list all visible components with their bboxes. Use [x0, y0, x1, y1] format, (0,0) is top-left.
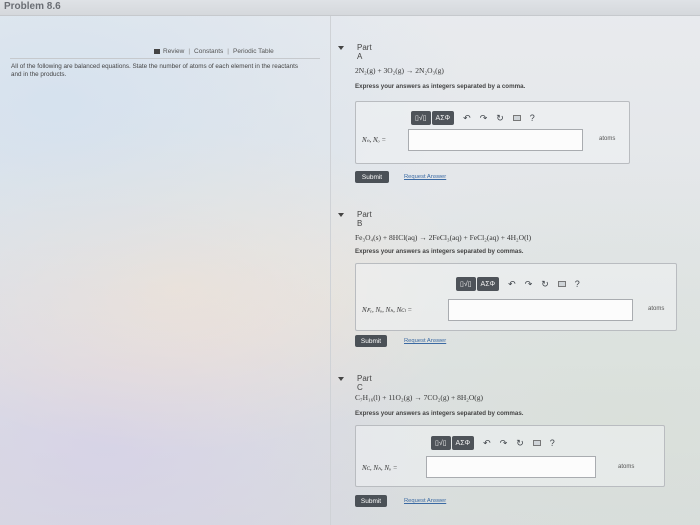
left-divider	[10, 58, 320, 59]
part-b-unit: atoms	[648, 306, 665, 312]
templates-button[interactable]: ▯√▯	[411, 111, 431, 125]
part-c-instruction: Express your answers as integers separat…	[355, 410, 524, 417]
help-icon[interactable]: ?	[530, 111, 535, 125]
part-c-answer-box: ▯√▯ ΑΣΦ ↶ ↷ ↻ ? Nᴄ, Nₕ, Nₒ = atoms	[355, 425, 665, 487]
keyboard-icon[interactable]	[512, 115, 521, 121]
part-c-request-answer-link[interactable]: Request Answer	[404, 498, 446, 504]
symbols-button[interactable]: ΑΣΦ	[431, 111, 455, 125]
undo-icon[interactable]: ↶	[463, 111, 471, 125]
templates-button[interactable]: ▯√▯	[431, 436, 451, 450]
help-icon[interactable]: ?	[550, 436, 555, 450]
constants-link[interactable]: Constants	[194, 48, 223, 55]
part-b-answer-box: ▯√▯ ΑΣΦ ↶ ↷ ↻ ? Nꜰₑ, Nₒ, Nₕ, Nᴄₗ = atoms	[355, 263, 677, 331]
part-a-variables: Nₙ, Nₒ =	[362, 136, 387, 144]
problem-header: Problem 8.6	[0, 0, 700, 16]
instruction-text: All of the following are balanced equati…	[11, 63, 299, 78]
link-separator: |	[188, 48, 191, 55]
part-a-request-answer-link[interactable]: Request Answer	[404, 174, 446, 180]
redo-icon[interactable]: ↷	[525, 277, 533, 291]
part-b-answer-input[interactable]	[448, 299, 633, 321]
math-buttons: ▯√▯ ΑΣΦ	[456, 277, 500, 291]
keyboard-icon[interactable]	[532, 440, 541, 446]
part-a-submit-button[interactable]: Submit	[355, 171, 389, 183]
templates-button[interactable]: ▯√▯	[456, 277, 476, 291]
part-a-instruction: Express your answers as integers separat…	[355, 83, 526, 90]
resource-links: Review | Constants | Periodic Table	[154, 48, 274, 55]
part-a-answer-input[interactable]	[408, 129, 583, 151]
collapse-caret-icon[interactable]	[338, 213, 344, 217]
part-c-variables: Nᴄ, Nₕ, Nₒ =	[362, 464, 398, 472]
periodic-table-link[interactable]: Periodic Table	[233, 48, 274, 55]
part-c-answer-input[interactable]	[426, 456, 596, 478]
part-b-equation: Fe₃O₄(s) + 8HCl(aq) → 2FeCl₃(aq) + FeCl₂…	[355, 233, 532, 242]
pane-divider	[330, 16, 331, 525]
part-b-title[interactable]: Part B	[357, 210, 372, 228]
reset-icon[interactable]: ↻	[516, 436, 524, 450]
collapse-caret-icon[interactable]	[338, 377, 344, 381]
part-a-unit: atoms	[599, 136, 616, 142]
help-icon[interactable]: ?	[575, 277, 580, 291]
part-c-submit-button[interactable]: Submit	[355, 495, 387, 507]
problem-title: Problem 8.6	[4, 1, 61, 12]
part-b-submit-button[interactable]: Submit	[355, 335, 387, 347]
redo-icon[interactable]: ↷	[500, 436, 508, 450]
redo-icon[interactable]: ↷	[480, 111, 488, 125]
part-c-title[interactable]: Part C	[357, 374, 372, 392]
part-a-answer-box: ▯√▯ ΑΣΦ ↶ ↷ ↻ ? Nₙ, Nₒ = atoms	[355, 101, 630, 164]
reset-icon[interactable]: ↻	[541, 277, 549, 291]
part-b-variables: Nꜰₑ, Nₒ, Nₕ, Nᴄₗ =	[362, 306, 413, 314]
collapse-caret-icon[interactable]	[338, 46, 344, 50]
part-c-toolbar: ▯√▯ ΑΣΦ ↶ ↷ ↻ ?	[431, 436, 555, 450]
symbols-button[interactable]: ΑΣΦ	[476, 277, 500, 291]
symbols-button[interactable]: ΑΣΦ	[451, 436, 475, 450]
review-link[interactable]: Review	[163, 48, 184, 55]
part-b-request-answer-link[interactable]: Request Answer	[404, 338, 446, 344]
part-a-title[interactable]: Part A	[357, 43, 372, 61]
part-a-toolbar: ▯√▯ ΑΣΦ ↶ ↷ ↻ ?	[411, 111, 535, 125]
math-buttons: ▯√▯ ΑΣΦ	[411, 111, 455, 125]
link-separator: |	[227, 48, 229, 55]
part-b-instruction: Express your answers as integers separat…	[355, 248, 524, 255]
part-c-unit: atoms	[618, 464, 635, 470]
undo-icon[interactable]: ↶	[483, 436, 491, 450]
keyboard-icon[interactable]	[557, 281, 566, 287]
review-icon	[154, 48, 160, 54]
part-c-equation: C₇H₁₆(l) + 11O₂(g) → 7CO₂(g) + 8H₂O(g)	[355, 393, 484, 402]
part-a-equation: 2N₂(g) + 3O₂(g) → 2N₂O₃(g)	[355, 66, 444, 75]
math-buttons: ▯√▯ ΑΣΦ	[431, 436, 475, 450]
part-b-toolbar: ▯√▯ ΑΣΦ ↶ ↷ ↻ ?	[456, 277, 580, 291]
undo-icon[interactable]: ↶	[508, 277, 516, 291]
reset-icon[interactable]: ↻	[496, 111, 504, 125]
